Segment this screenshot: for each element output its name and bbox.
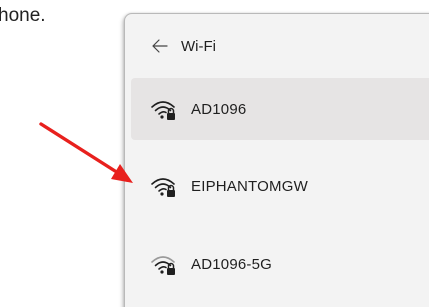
back-button[interactable] xyxy=(141,28,179,64)
network-ssid: AD1096 xyxy=(191,100,247,118)
network-item-eiphantomgw[interactable]: EIPHANTOMGW xyxy=(131,155,429,217)
arrow-left-icon xyxy=(152,39,168,53)
page-title: Wi-Fi xyxy=(181,37,216,55)
wifi-secured-icon xyxy=(149,173,179,199)
screenshot: hone. Wi-Fi AD1096 EIPHANTOMGW AD1096-5G xyxy=(0,0,429,307)
network-ssid: EIPHANTOMGW xyxy=(191,177,308,195)
wifi-secured-icon xyxy=(149,96,179,122)
document-text-fragment: hone. xyxy=(0,5,46,26)
network-ssid: AD1096-5G xyxy=(191,255,273,273)
wifi-panel-header: Wi-Fi xyxy=(125,28,429,64)
wifi-secured-icon xyxy=(149,251,179,277)
network-item-ad1096-5g[interactable]: AD1096-5G xyxy=(131,233,429,295)
network-item-ad1096[interactable]: AD1096 xyxy=(131,78,429,140)
wifi-panel: Wi-Fi AD1096 EIPHANTOMGW AD1096-5G xyxy=(124,13,429,307)
